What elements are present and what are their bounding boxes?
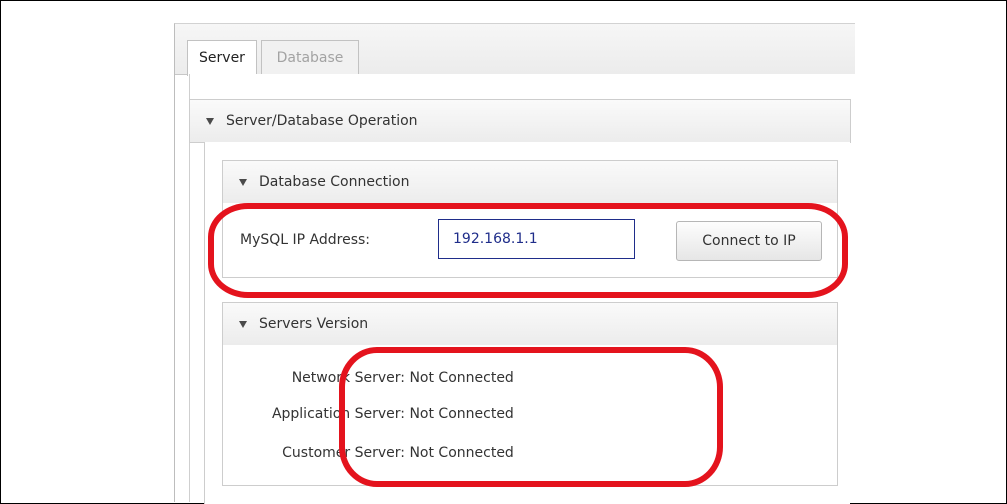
operation-panel-title: Server/Database Operation: [226, 113, 418, 129]
status-row-application: Application Server: Not Connected: [205, 406, 514, 422]
expand-triangle-icon: [239, 178, 247, 186]
servers-version-header[interactable]: Servers Version: [222, 302, 838, 346]
status-value: Not Connected: [409, 406, 514, 422]
ip-address-input[interactable]: [438, 219, 635, 259]
db-connection-header[interactable]: Database Connection: [222, 160, 838, 204]
expand-triangle-icon: [239, 320, 247, 328]
db-connection-title: Database Connection: [259, 174, 410, 190]
status-label: Customer Server:: [282, 445, 405, 461]
tab-server[interactable]: Server: [187, 40, 257, 76]
servers-version-title: Servers Version: [259, 316, 369, 332]
connect-button[interactable]: Connect to IP: [676, 221, 822, 261]
expand-triangle-icon: [206, 117, 214, 125]
tab-database[interactable]: Database: [261, 40, 359, 75]
ip-address-label: MySQL IP Address:: [240, 232, 371, 248]
status-label: Network Server:: [291, 370, 405, 386]
status-value: Not Connected: [409, 445, 514, 461]
operation-panel-header[interactable]: Server/Database Operation: [189, 99, 851, 143]
status-label: Application Server:: [271, 406, 405, 422]
status-row-network: Network Server: Not Connected: [205, 370, 514, 386]
status-value: Not Connected: [409, 370, 514, 386]
tab-bar: Server Database: [175, 24, 855, 76]
status-row-customer: Customer Server: Not Connected: [205, 445, 514, 461]
